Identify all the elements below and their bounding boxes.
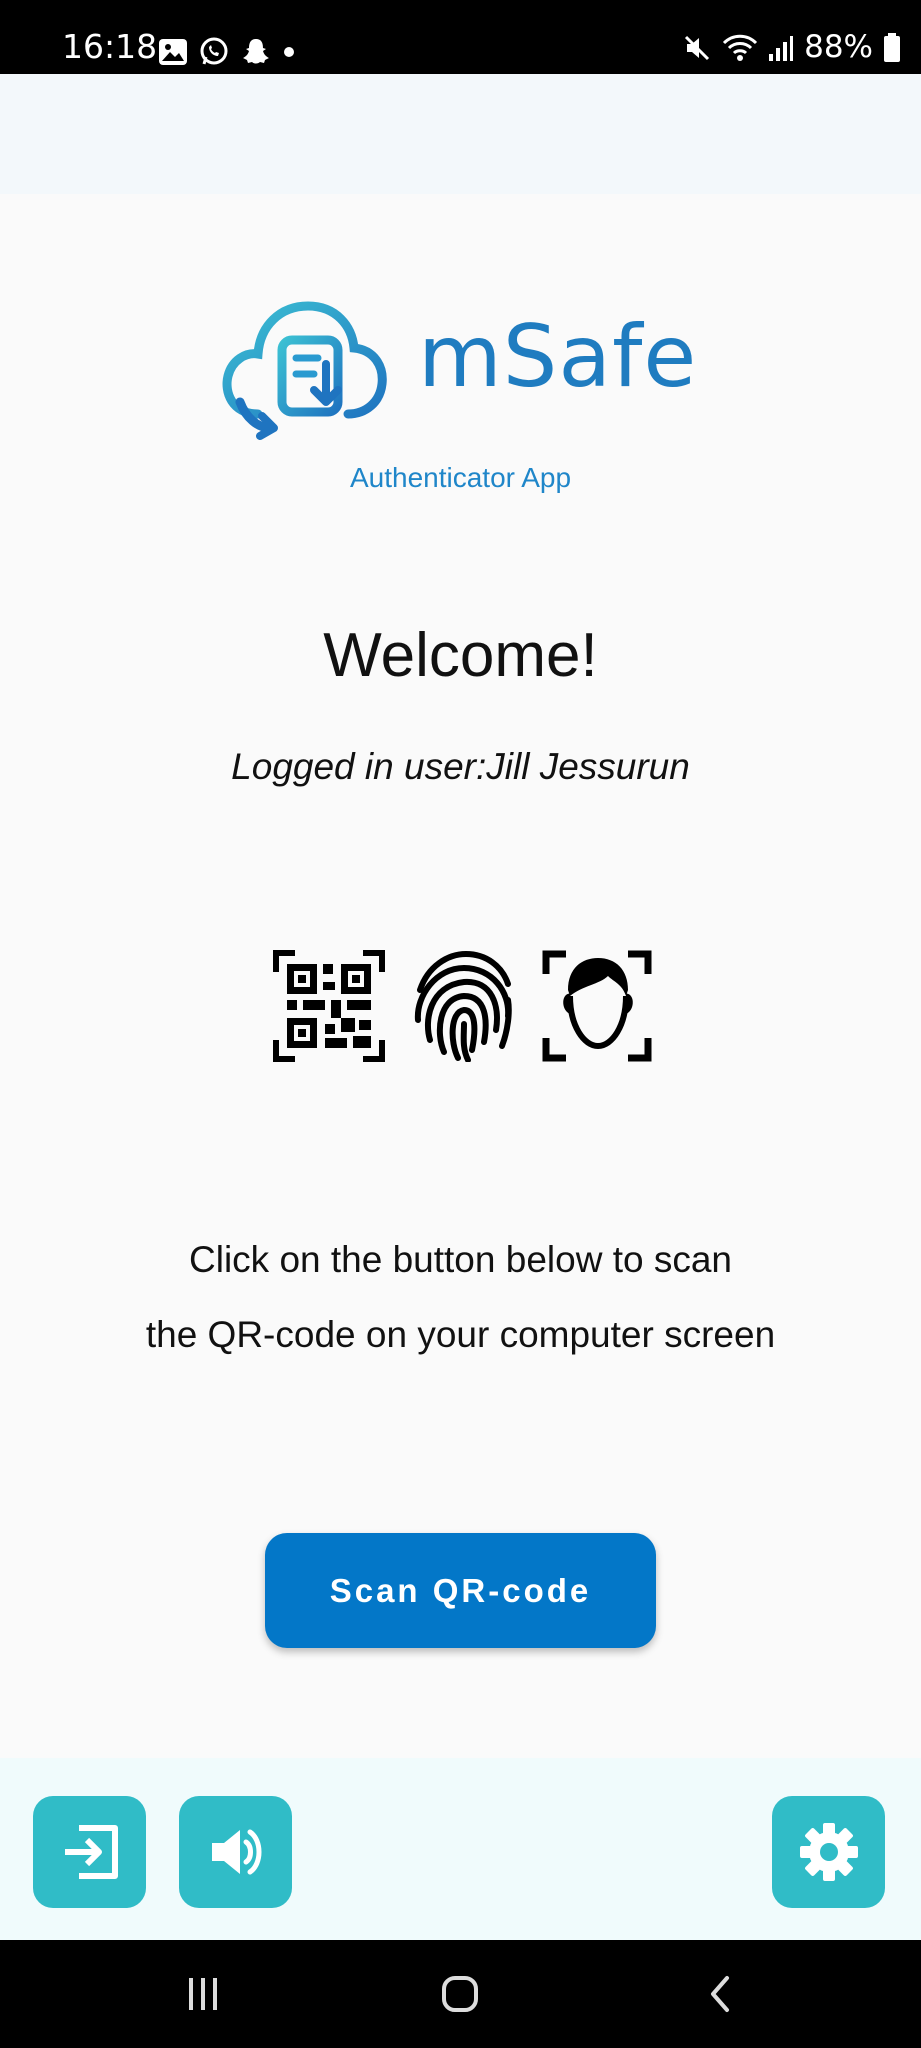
logo-wordmark: mSafe [418,307,698,407]
cloud-document-icon [222,301,387,440]
recents-button[interactable] [143,1940,263,2048]
wifi-icon [723,34,758,61]
mute-icon [685,35,710,60]
header-band [0,74,921,194]
signal-icon [769,35,794,61]
back-icon [711,1976,729,2012]
notification-icons [158,36,296,68]
home-icon [442,1976,478,2012]
app-logo: mSafe [218,296,708,441]
battery-percent: 88% [804,29,873,65]
whatsapp-icon [200,37,228,65]
gallery-icon [159,39,187,65]
home-button[interactable] [400,1940,520,2048]
logout-icon [64,1825,118,1879]
status-bar: 16:18 88% [0,0,921,74]
welcome-title: Welcome! [323,621,598,690]
settings-icon [799,1823,858,1881]
fingerprint-icon [414,950,512,1062]
system-status: 88% [682,32,901,63]
sound-button[interactable] [179,1796,292,1908]
settings-button[interactable] [772,1796,885,1908]
qr-code-icon [273,950,385,1062]
speaker-icon [211,1829,261,1875]
battery-icon [884,32,900,62]
recents-icon [189,1978,217,2010]
auth-method-icons [270,950,652,1062]
logout-button[interactable] [33,1796,146,1908]
app-subtitle: Authenticator App [349,462,572,493]
instructions-line-1: Click on the button below to scan [189,1239,732,1280]
face-scan-icon [542,950,652,1062]
instructions: Click on the button below to scan the QR… [0,1222,921,1372]
navigation-bar [0,1940,921,2048]
status-time: 16:18 [62,27,158,66]
snapchat-icon [243,39,269,64]
logged-in-user: Logged in user:Jill Jessurun [231,746,690,787]
instructions-line-2: the QR-code on your computer screen [145,1314,776,1355]
back-button[interactable] [660,1940,780,2048]
scan-qr-code-button[interactable]: Scan QR-code [265,1533,656,1648]
dot-icon [284,47,294,57]
